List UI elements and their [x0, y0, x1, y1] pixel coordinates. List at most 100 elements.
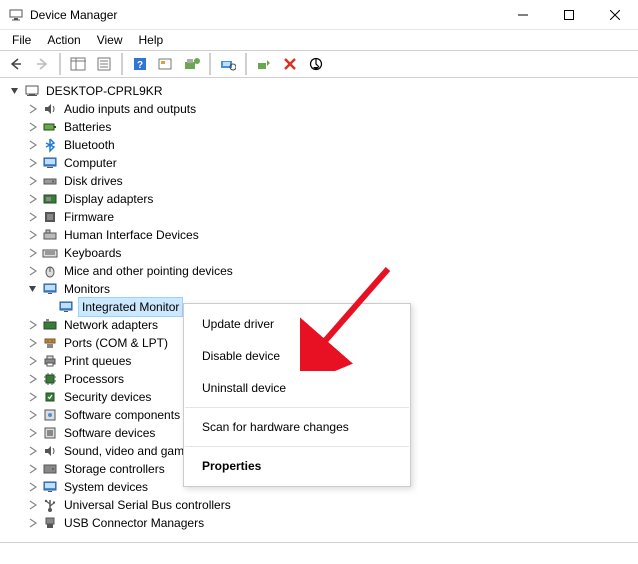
expand-icon[interactable]: [26, 354, 40, 368]
menu-properties[interactable]: Properties: [184, 450, 410, 482]
disable-device-button[interactable]: [304, 53, 328, 75]
tree-label: Mice and other pointing devices: [62, 262, 235, 280]
tree-label: Disk drives: [62, 172, 125, 190]
menu-scan-hardware[interactable]: Scan for hardware changes: [184, 411, 410, 443]
expand-icon[interactable]: [26, 138, 40, 152]
menubar: File Action View Help: [0, 30, 638, 50]
tree-category[interactable]: Firmware: [4, 208, 638, 226]
expand-icon[interactable]: [26, 210, 40, 224]
toolbar-separator: [121, 53, 123, 75]
tree-category[interactable]: Human Interface Devices: [4, 226, 638, 244]
expand-icon[interactable]: [26, 174, 40, 188]
expand-icon[interactable]: [26, 372, 40, 386]
mouse-icon: [42, 263, 58, 279]
expand-icon[interactable]: [26, 246, 40, 260]
collapse-icon[interactable]: [26, 282, 40, 296]
expand-icon[interactable]: [26, 462, 40, 476]
device-tree[interactable]: DESKTOP-CPRL9KR Audio inputs and outputs…: [0, 78, 638, 538]
enable-device-button[interactable]: [252, 53, 276, 75]
statusbar: [0, 542, 638, 564]
expand-icon[interactable]: [26, 264, 40, 278]
minimize-button[interactable]: [500, 0, 546, 30]
scan-hardware-button[interactable]: [216, 53, 240, 75]
tree-root[interactable]: DESKTOP-CPRL9KR: [4, 82, 638, 100]
menu-uninstall-device[interactable]: Uninstall device: [184, 372, 410, 404]
tree-label: Print queues: [62, 352, 133, 370]
forward-button[interactable]: [30, 53, 54, 75]
tree-category[interactable]: Display adapters: [4, 190, 638, 208]
tree-label: Security devices: [62, 388, 153, 406]
menu-help[interactable]: Help: [133, 32, 170, 48]
tree-label: Human Interface Devices: [62, 226, 201, 244]
svg-text:?: ?: [137, 60, 143, 71]
tree-category[interactable]: Audio inputs and outputs: [4, 100, 638, 118]
expand-icon[interactable]: [26, 102, 40, 116]
menu-file[interactable]: File: [6, 32, 37, 48]
tree-label: System devices: [62, 478, 150, 496]
tree-category[interactable]: USB Connector Managers: [4, 514, 638, 532]
display-adapter-icon: [42, 191, 58, 207]
menu-view[interactable]: View: [91, 32, 129, 48]
menu-separator: [185, 407, 409, 408]
help-button[interactable]: ?: [128, 53, 152, 75]
expand-icon[interactable]: [26, 408, 40, 422]
expand-icon[interactable]: [26, 426, 40, 440]
app-icon: [8, 7, 24, 23]
tree-label: Network adapters: [62, 316, 160, 334]
tree-label: Software devices: [62, 424, 157, 442]
tree-category[interactable]: Computer: [4, 154, 638, 172]
tree-label: Display adapters: [62, 190, 155, 208]
menu-disable-device[interactable]: Disable device: [184, 340, 410, 372]
properties-sheet-button[interactable]: [92, 53, 116, 75]
expand-icon[interactable]: [26, 228, 40, 242]
tree-label: Computer: [62, 154, 119, 172]
system-icon: [42, 479, 58, 495]
update-driver-button[interactable]: [180, 53, 204, 75]
expand-icon[interactable]: [26, 516, 40, 530]
menu-separator: [185, 446, 409, 447]
tree-category[interactable]: Mice and other pointing devices: [4, 262, 638, 280]
tree-label: Audio inputs and outputs: [62, 100, 198, 118]
tree-category[interactable]: Bluetooth: [4, 136, 638, 154]
expand-icon[interactable]: [26, 336, 40, 350]
disk-icon: [42, 173, 58, 189]
menu-update-driver[interactable]: Update driver: [184, 308, 410, 340]
tree-label: Storage controllers: [62, 460, 167, 478]
tree-label: Batteries: [62, 118, 113, 136]
tree-category[interactable]: Keyboards: [4, 244, 638, 262]
usb-connector-icon: [42, 515, 58, 531]
tree-label: Ports (COM & LPT): [62, 334, 170, 352]
storage-icon: [42, 461, 58, 477]
tree-category[interactable]: Disk drives: [4, 172, 638, 190]
expand-icon[interactable]: [26, 444, 40, 458]
tree-label-selected: Integrated Monitor: [78, 297, 183, 317]
action-button[interactable]: [154, 53, 178, 75]
back-button[interactable]: [4, 53, 28, 75]
show-hide-tree-button[interactable]: [66, 53, 90, 75]
expand-icon[interactable]: [26, 318, 40, 332]
tree-category[interactable]: Batteries: [4, 118, 638, 136]
security-icon: [42, 389, 58, 405]
close-button[interactable]: [592, 0, 638, 30]
expand-icon[interactable]: [26, 192, 40, 206]
collapse-icon[interactable]: [8, 84, 22, 98]
toolbar-separator: [209, 53, 211, 75]
expand-icon[interactable]: [26, 498, 40, 512]
window-title: Device Manager: [30, 8, 500, 22]
expand-icon[interactable]: [26, 156, 40, 170]
usb-icon: [42, 497, 58, 513]
tree-category[interactable]: Universal Serial Bus controllers: [4, 496, 638, 514]
monitor-icon: [58, 299, 74, 315]
tree-category-monitors[interactable]: Monitors: [4, 280, 638, 298]
toolbar-separator: [245, 53, 247, 75]
tree-label: Keyboards: [62, 244, 123, 262]
bluetooth-icon: [42, 137, 58, 153]
expand-icon[interactable]: [26, 120, 40, 134]
expand-icon[interactable]: [26, 390, 40, 404]
maximize-button[interactable]: [546, 0, 592, 30]
menu-action[interactable]: Action: [41, 32, 86, 48]
software-devices-icon: [42, 425, 58, 441]
tree-root-label: DESKTOP-CPRL9KR: [44, 82, 164, 100]
expand-icon[interactable]: [26, 480, 40, 494]
uninstall-device-button[interactable]: [278, 53, 302, 75]
